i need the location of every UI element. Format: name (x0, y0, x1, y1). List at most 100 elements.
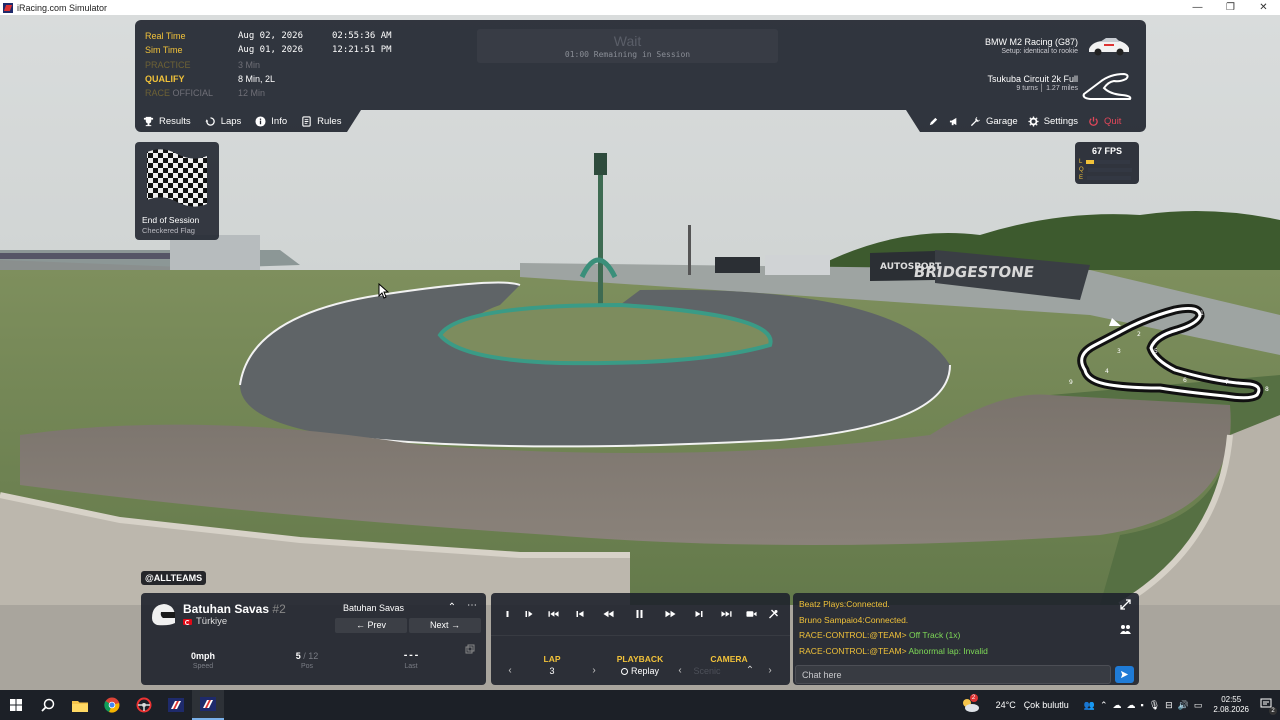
start-button[interactable] (0, 690, 32, 720)
settings-button[interactable]: Settings (1028, 116, 1078, 127)
chat-sender: RACE-CONTROL:@TEAM> (799, 646, 907, 656)
results-label: Results (159, 115, 191, 127)
next-lap-button[interactable] (688, 606, 708, 622)
lap-prev-arrow[interactable]: ‹ (503, 665, 517, 677)
record-button[interactable] (497, 606, 517, 622)
minimize-button[interactable]: — (1181, 2, 1214, 13)
error-label: E (1079, 175, 1084, 181)
corner-label: 2 (1137, 331, 1141, 338)
practice-duration: 3 Min (238, 60, 261, 70)
clock-date: 2.08.2026 (1213, 705, 1249, 714)
chrome-button[interactable] (96, 690, 128, 720)
track-length: 1.27 miles (1046, 85, 1078, 92)
end-of-session-title: End of Session (142, 215, 200, 225)
sim-time-date: Aug 01, 2026 (238, 45, 304, 55)
camera-button[interactable] (741, 606, 761, 622)
copy-icon[interactable] (465, 644, 475, 654)
speed-label: Speed (192, 663, 214, 670)
sim-time-clock: 12:21:51 PM (332, 45, 392, 55)
steering-app-button[interactable] (128, 690, 160, 720)
latency-label: L (1079, 159, 1083, 165)
weather-temperature: 24°C (995, 700, 1016, 710)
prev-lap-button[interactable] (570, 606, 590, 622)
team-filter-tag[interactable]: @ALLTEAMS (141, 571, 207, 585)
notification-button[interactable]: 2 (1260, 698, 1277, 715)
camera-prev-arrow[interactable]: ‹ (673, 665, 687, 677)
tools-button[interactable] (763, 606, 783, 622)
camera-up-arrow[interactable]: ⌃ (743, 665, 757, 677)
onedrive-icon[interactable]: ☁ (1112, 700, 1121, 711)
position-value: 5 (295, 651, 301, 661)
expand-icon[interactable] (1120, 599, 1131, 610)
prev-driver-button[interactable]: ← Prev (335, 618, 407, 633)
rules-label: Rules (317, 115, 342, 127)
skip-to-live-button[interactable] (716, 606, 736, 622)
speed-value: 0mph (190, 651, 215, 661)
network-icon[interactable]: ⊟ (1165, 700, 1173, 711)
car-name: BMW M2 Racing (G87) (984, 37, 1078, 47)
more-options-icon[interactable]: ⋯ (463, 600, 481, 616)
iracing-sim-button[interactable] (192, 690, 224, 720)
iracing-logo-icon (168, 698, 184, 712)
garage-button[interactable]: Garage (970, 116, 1018, 127)
system-tray: 2 24°C Çok bulutlu 👥 ⌃ ☁ ☁ ▪ 🎙 ⊟ 🔊 ▭ 02:… (960, 690, 1280, 720)
chat-message: Beatz Plays:Connected. (799, 599, 890, 609)
close-button[interactable]: ✕ (1247, 2, 1280, 13)
info-button[interactable]: Info (255, 116, 287, 127)
cloud-sync-icon[interactable]: ☁ (1126, 700, 1135, 711)
chevron-up-icon[interactable]: ⌃ (1100, 700, 1108, 711)
info-icon (255, 115, 266, 127)
file-explorer-button[interactable] (64, 690, 96, 720)
search-button[interactable] (32, 690, 64, 720)
playback-mode[interactable]: Replay (605, 666, 675, 676)
people-icon[interactable]: 👥 (1084, 700, 1095, 711)
track-map: 1 2 3 4 5 6 7 8 9 (1069, 304, 1269, 403)
chevron-up-icon[interactable]: ⌃ (445, 602, 459, 615)
edit-button[interactable] (928, 116, 939, 127)
results-button[interactable]: Results (143, 116, 191, 127)
iracing-ui-button[interactable] (160, 690, 192, 720)
tray-app-icon[interactable]: ▪ (1140, 700, 1143, 710)
driver-selector: Batuhan Savas ⌃ ⋯ ← Prev Next → (335, 600, 483, 636)
skip-to-start-button[interactable] (543, 606, 563, 622)
skip-forward-icon (720, 611, 732, 617)
qualify-label: QUALIFY (145, 74, 185, 84)
chat-text: Connected. (864, 615, 909, 625)
next-driver-button[interactable]: Next → (409, 618, 481, 633)
camera-next-arrow[interactable]: › (763, 665, 777, 677)
taskbar-clock[interactable]: 02:55 2.08.2026 (1213, 695, 1249, 715)
chat-message: Bruno Sampaio4:Connected. (799, 615, 908, 625)
lap-next-arrow[interactable]: › (587, 665, 601, 677)
rules-button[interactable]: Rules (301, 116, 341, 127)
rewind-button[interactable] (598, 606, 618, 622)
helmet-icon (152, 604, 175, 626)
microphone-icon[interactable]: 🎙 (1149, 700, 1160, 711)
window-title-bar: iRacing.com Simulator — ❐ ✕ (0, 0, 1280, 15)
session-status-subtitle: 01:00 Remaining in Session (564, 50, 691, 59)
users-icon[interactable] (1120, 624, 1131, 635)
battery-icon[interactable]: ▭ (1194, 700, 1203, 711)
corner-label: 4 (1105, 368, 1109, 375)
weather-widget[interactable]: 2 24°C Çok bulutlu (960, 694, 1069, 713)
quit-button[interactable]: Quit (1088, 116, 1121, 127)
corner-label: 9 (1069, 379, 1073, 386)
fast-forward-button[interactable] (660, 606, 680, 622)
volume-icon[interactable]: 🔊 (1178, 700, 1189, 711)
step-forward-button[interactable] (519, 606, 539, 622)
end-of-session-panel: End of Session Checkered Flag (135, 142, 219, 240)
megaphone-icon (949, 117, 957, 125)
pause-button[interactable] (629, 606, 649, 622)
position-stat: 5 / 12 Pos (277, 651, 337, 670)
car-info: BMW M2 Racing (G87) Setup: identical to … (985, 37, 1078, 55)
windows-taskbar: 2 24°C Çok bulutlu 👥 ⌃ ☁ ☁ ▪ 🎙 ⊟ 🔊 ▭ 02:… (0, 690, 1280, 720)
chat-text: Connected. (846, 599, 890, 609)
restore-button[interactable]: ❐ (1214, 2, 1247, 13)
send-message-button[interactable] (1115, 666, 1134, 683)
chrome-icon (104, 697, 120, 713)
audio-button[interactable] (949, 116, 960, 127)
race-label-group: RACE OFFICIAL (145, 88, 225, 98)
selected-driver[interactable]: Batuhan Savas (335, 600, 461, 616)
chat-input[interactable] (795, 665, 1111, 684)
garage-label: Garage (986, 115, 1018, 127)
laps-button[interactable]: Laps (205, 116, 241, 127)
